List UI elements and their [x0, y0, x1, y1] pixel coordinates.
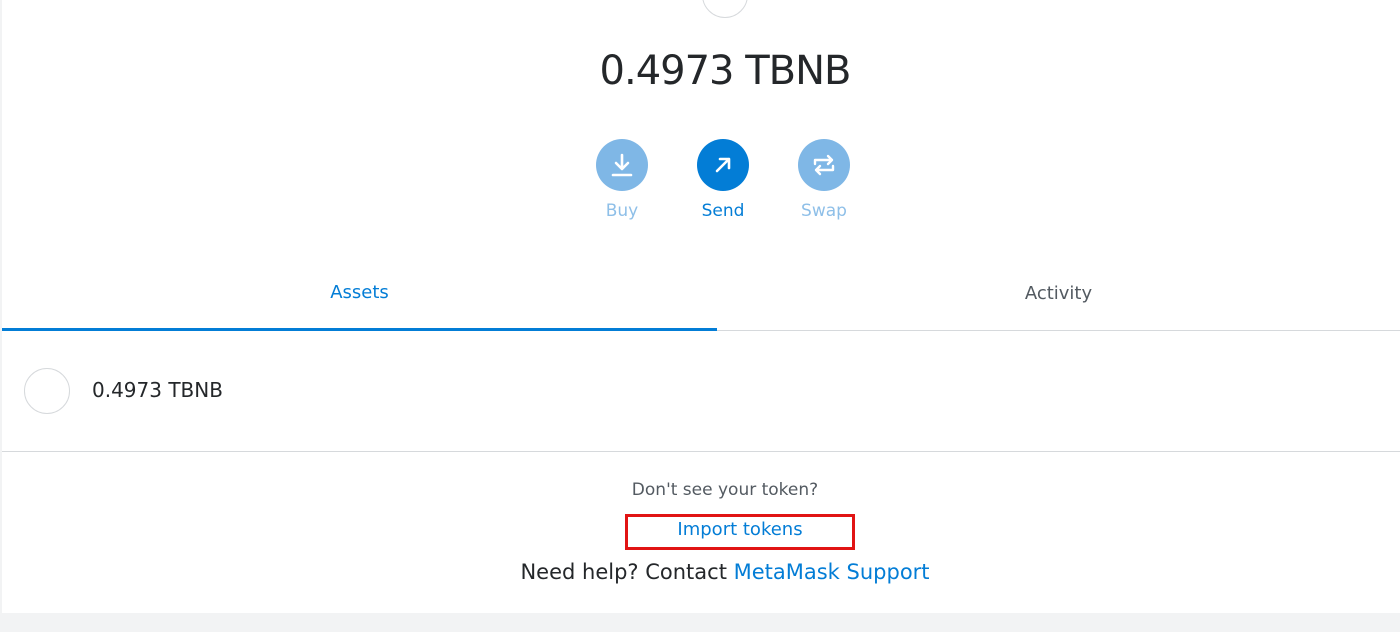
tab-activity[interactable]: Activity [717, 256, 1400, 331]
tab-assets[interactable]: Assets [2, 256, 717, 331]
asset-amount: 0.4973 TBNB [92, 378, 223, 402]
buy-label: Buy [605, 201, 639, 221]
wallet-panel: 0.4973 TBNB Buy Send Swap Assets Activit… [2, 0, 1400, 613]
metamask-support-link[interactable]: MetaMask Support [734, 560, 930, 584]
arrow-up-right-icon [697, 139, 749, 191]
download-icon [596, 139, 648, 191]
swap-button[interactable]: Swap [784, 139, 864, 221]
highlight-box: Import tokens [625, 514, 855, 550]
swap-arrows-icon [798, 139, 850, 191]
tab-bar: Assets Activity [2, 256, 1400, 331]
asset-list-item[interactable]: 0.4973 TBNB [2, 331, 1400, 452]
account-avatar [702, 0, 748, 18]
swap-label: Swap [801, 201, 847, 221]
token-question: Don't see your token? [631, 480, 819, 500]
need-help-prefix: Need help? Contact [520, 560, 734, 584]
help-section: Don't see your token? Import tokens Need… [2, 480, 1400, 584]
buy-button[interactable]: Buy [582, 139, 662, 221]
send-label: Send [701, 201, 745, 221]
send-button[interactable]: Send [683, 139, 763, 221]
token-icon [24, 368, 70, 414]
import-tokens-link[interactable]: Import tokens [628, 519, 852, 540]
need-help-text: Need help? Contact MetaMask Support [2, 560, 1400, 584]
balance-display: 0.4973 TBNB [599, 48, 852, 94]
